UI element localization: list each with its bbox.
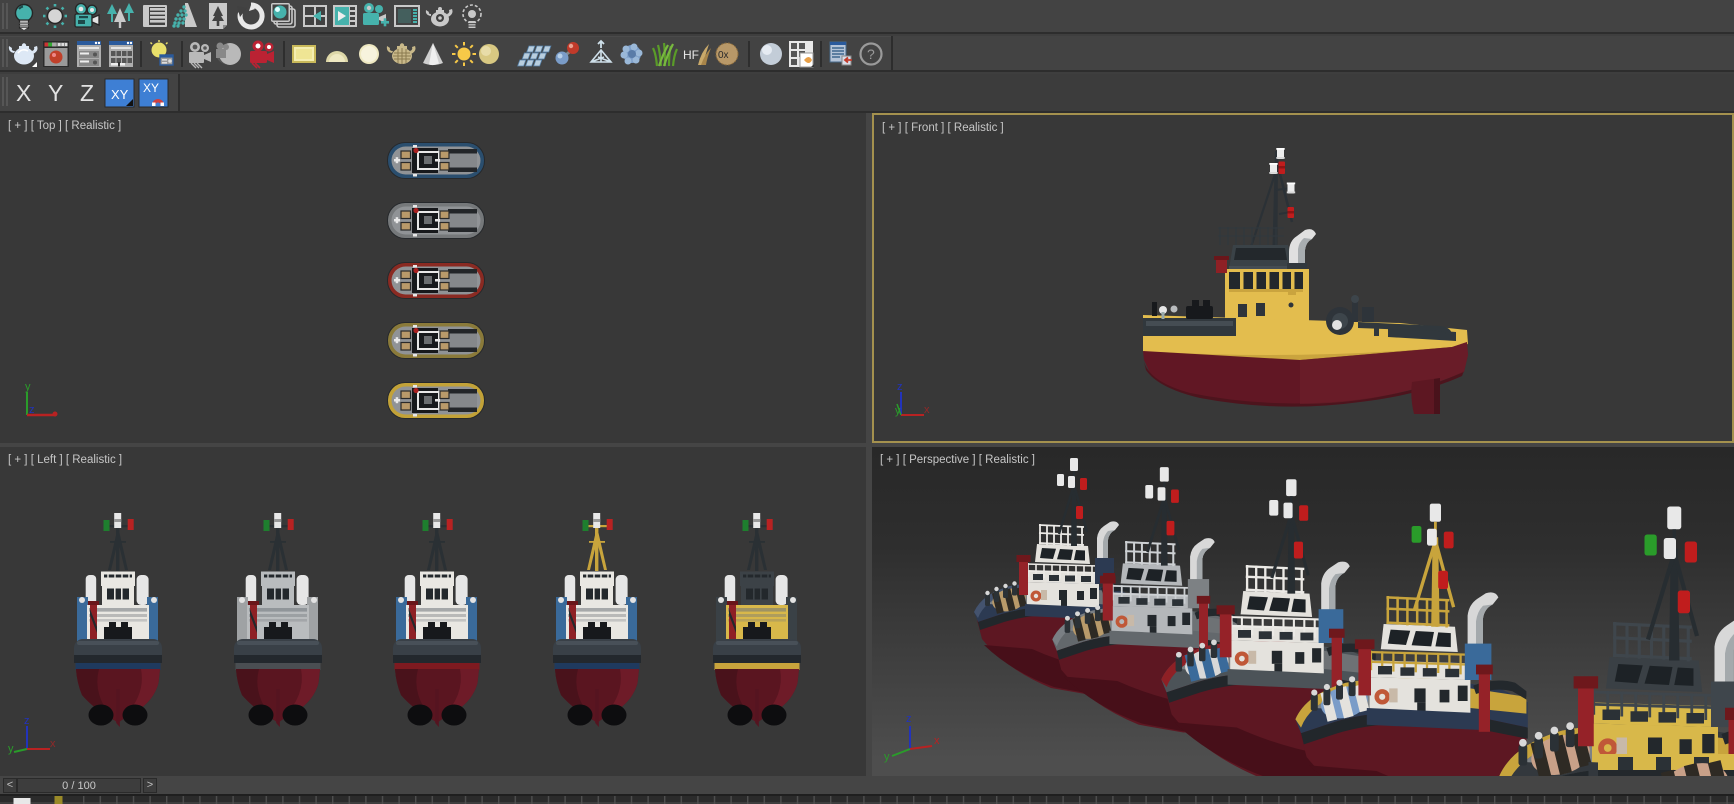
svg-text:y: y — [25, 381, 31, 393]
svg-text:HF: HF — [683, 48, 699, 62]
svg-text:z: z — [906, 713, 912, 725]
svg-text:y: y — [895, 405, 901, 417]
svg-text:X: X — [16, 80, 31, 106]
svg-text:XY: XY — [111, 87, 129, 102]
svg-text:z: z — [24, 715, 30, 727]
svg-text:?: ? — [867, 46, 875, 62]
svg-text:z: z — [897, 381, 903, 393]
svg-text:x: x — [924, 404, 930, 416]
svg-text:x: x — [934, 735, 940, 747]
svg-text:Y: Y — [48, 80, 63, 106]
svg-text:y: y — [8, 743, 14, 755]
svg-text:0x: 0x — [718, 50, 729, 61]
svg-text:z: z — [29, 404, 35, 416]
svg-text:Z: Z — [80, 80, 94, 106]
svg-text:x: x — [50, 738, 56, 750]
svg-text:y: y — [884, 751, 890, 763]
svg-text:XY: XY — [143, 81, 159, 95]
